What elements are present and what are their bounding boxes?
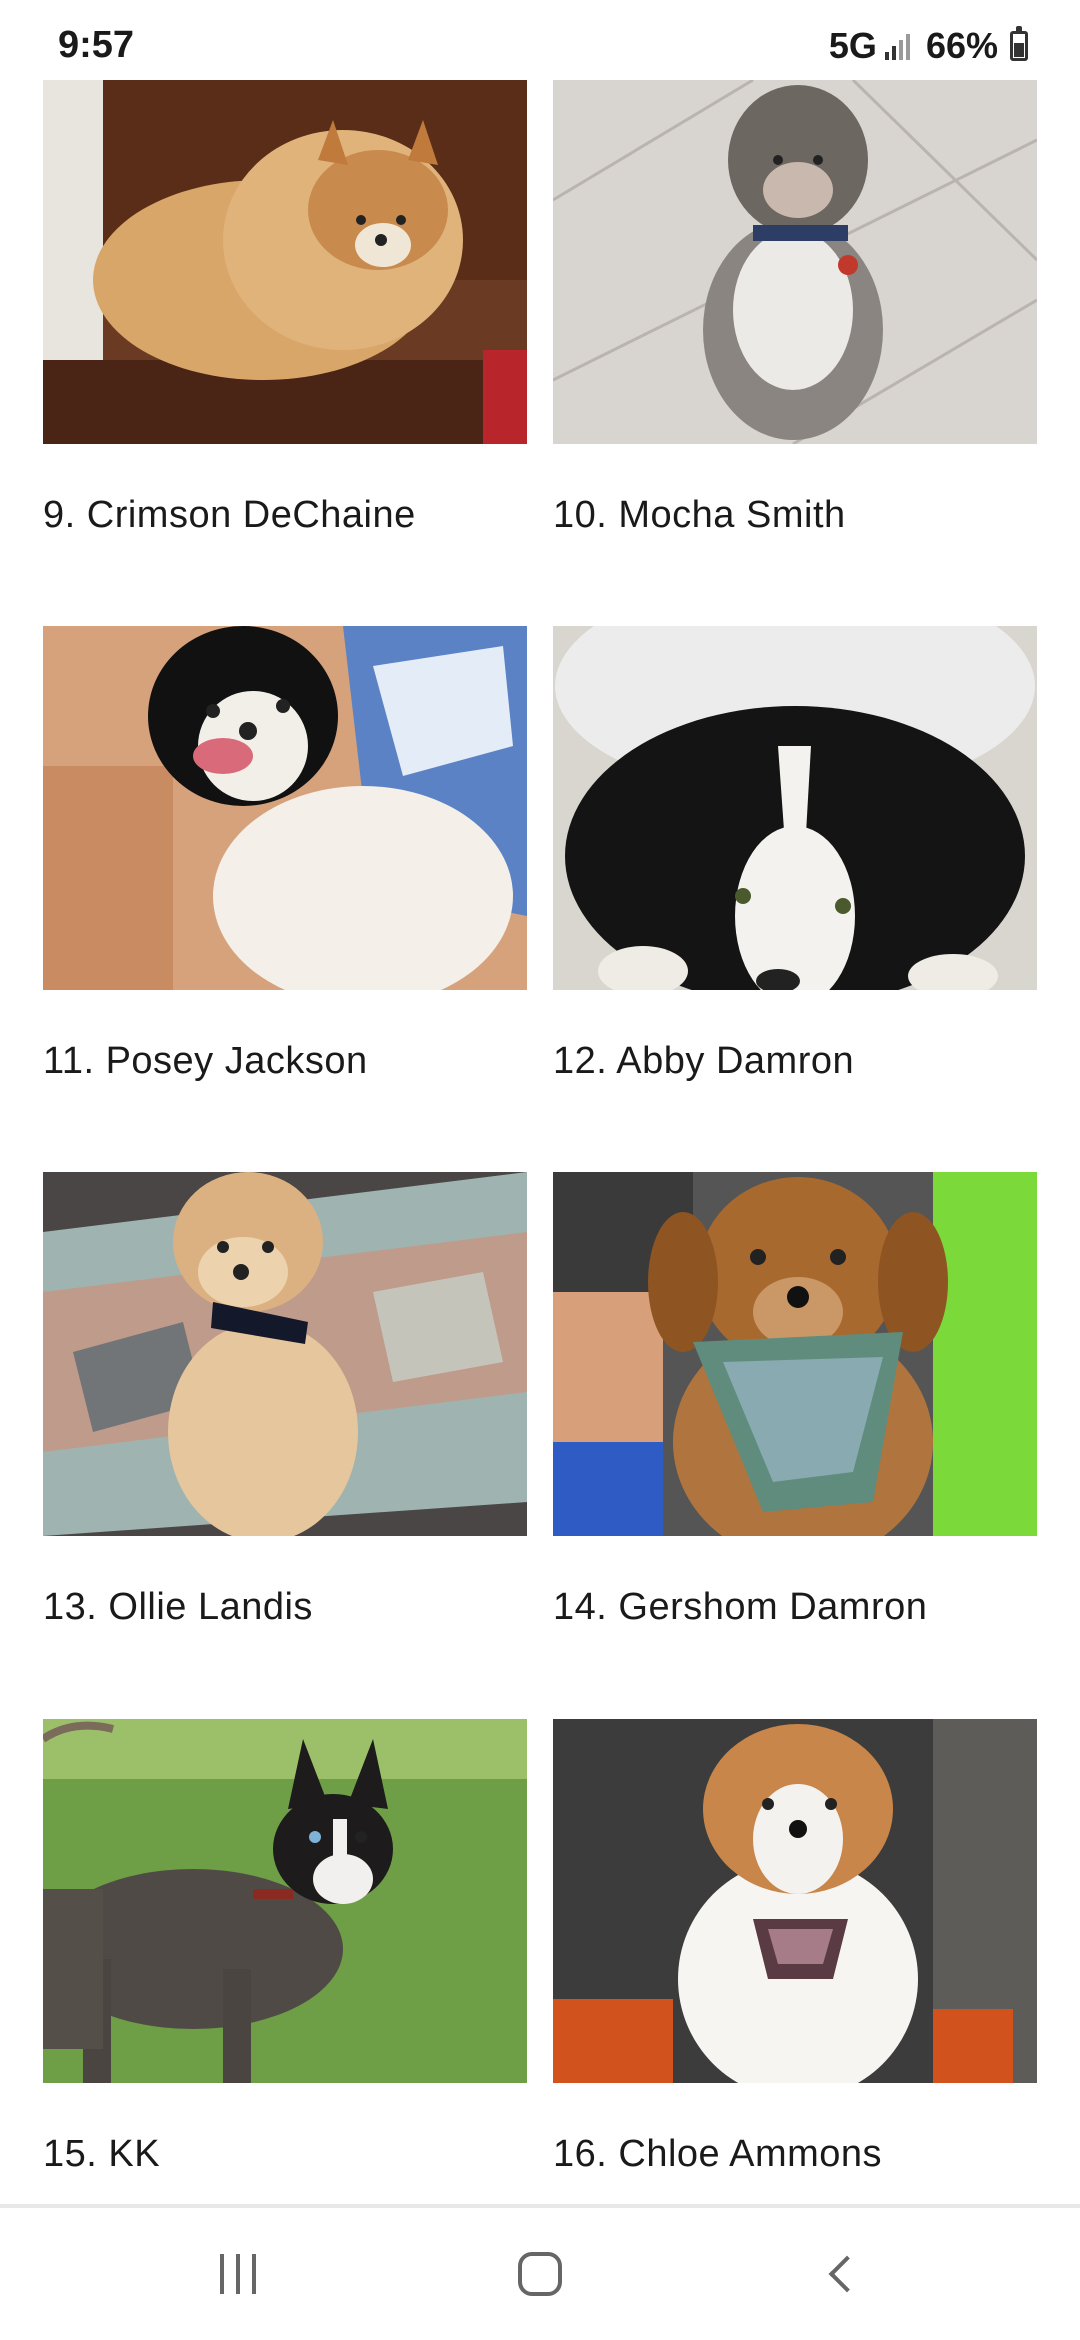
- pet-card[interactable]: 12. Abby Damron: [553, 626, 1037, 1082]
- battery-icon: [1010, 26, 1028, 61]
- pet-card[interactable]: 15. KK: [43, 1719, 527, 2175]
- home-button[interactable]: [470, 2208, 610, 2340]
- recents-icon: [220, 2254, 256, 2294]
- status-bar: 9:57 5G 66%: [0, 0, 1080, 80]
- recents-button[interactable]: [168, 2208, 308, 2340]
- pet-name: 13. Ollie Landis: [43, 1586, 313, 1628]
- pet-name: 14. Gershom Damron: [553, 1586, 928, 1628]
- pet-card[interactable]: 9. Crimson DeChaine: [43, 80, 527, 536]
- pet-photo[interactable]: [553, 1719, 1037, 2083]
- pet-name: 12. Abby Damron: [553, 1040, 855, 1082]
- pet-name: 15. KK: [43, 2133, 161, 2175]
- battery-percent: 66%: [925, 25, 998, 66]
- status-time: 9:57: [58, 24, 135, 66]
- network-label: 5G: [828, 25, 877, 66]
- pet-photo[interactable]: [43, 626, 527, 990]
- pet-name: 10. Mocha Smith: [553, 494, 846, 536]
- pet-photo[interactable]: [553, 1172, 1037, 1536]
- system-nav-bar: [0, 2208, 1080, 2340]
- pet-name: 9. Crimson DeChaine: [43, 494, 416, 536]
- status-indicators: 5G 66%: [828, 25, 1028, 66]
- pet-card[interactable]: 11. Posey Jackson: [43, 626, 527, 1082]
- pet-photo[interactable]: [43, 1172, 527, 1536]
- pet-card[interactable]: 10. Mocha Smith: [553, 80, 1037, 536]
- pet-card[interactable]: 14. Gershom Damron: [553, 1172, 1037, 1628]
- back-button[interactable]: [772, 2208, 912, 2340]
- pet-photo[interactable]: [43, 80, 527, 444]
- pet-name: 16. Chloe Ammons: [553, 2133, 883, 2175]
- pet-photo[interactable]: [43, 1719, 527, 2083]
- back-icon: [828, 2255, 866, 2293]
- signal-icon: [884, 32, 910, 60]
- pet-photo[interactable]: [553, 80, 1037, 444]
- pet-name: 11. Posey Jackson: [43, 1040, 368, 1082]
- pet-card[interactable]: 13. Ollie Landis: [43, 1172, 527, 1628]
- home-icon: [518, 2252, 562, 2296]
- pet-photo[interactable]: [553, 626, 1037, 990]
- pet-card[interactable]: 16. Chloe Ammons: [553, 1719, 1037, 2175]
